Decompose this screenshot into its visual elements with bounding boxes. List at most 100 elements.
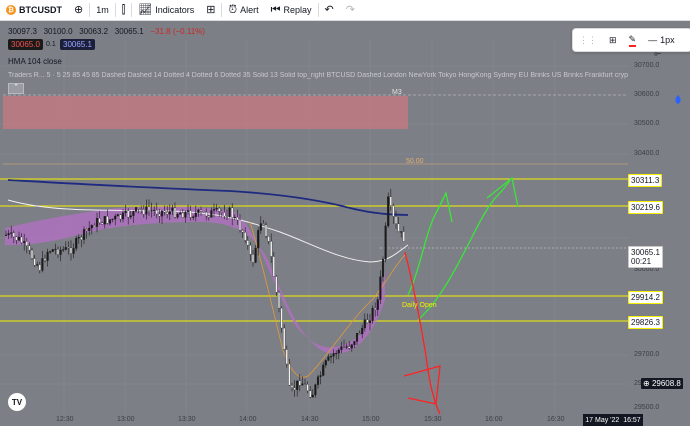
plus-icon: ⊕ <box>643 379 650 388</box>
crosshair-price-value: 29608.8 <box>651 379 681 388</box>
bar-countdown: 00:21 <box>631 257 652 266</box>
crosshair-date-label: 17 May '22 16:57 <box>583 414 643 426</box>
candle-body <box>374 307 377 310</box>
price-tick: 29700.0 <box>634 351 660 358</box>
current-price-value: 30065.1 <box>631 248 660 257</box>
candle-body <box>202 211 205 213</box>
interval-button[interactable]: 1m <box>90 0 115 20</box>
interval-label: 1m <box>96 5 109 15</box>
time-tick: 14:00 <box>239 416 257 423</box>
candle-body <box>184 211 187 218</box>
undo-button[interactable]: ↶ <box>319 0 340 20</box>
candle-body <box>51 249 54 252</box>
collapse-legend-button[interactable]: ⌃ <box>8 83 24 94</box>
candle-body <box>192 216 195 218</box>
drag-handle[interactable]: ⋮⋮ <box>573 29 603 51</box>
drag-handle-icon: ⋮⋮ <box>579 34 597 45</box>
template-button[interactable]: ⊞ <box>603 29 623 51</box>
sell-price-button[interactable]: 30065.0 <box>8 39 43 50</box>
ohlc-close: 30065.1 <box>114 27 144 36</box>
candles-icon: ⫿ <box>121 3 126 16</box>
candle-body <box>376 299 379 310</box>
candle-body <box>272 256 275 277</box>
ohlc-change: −31.8 (−0.11%) <box>150 27 205 36</box>
candle-body <box>98 218 101 224</box>
candle-body <box>179 212 182 215</box>
candle-body <box>319 375 322 377</box>
candle-body <box>64 247 67 250</box>
candle-body <box>337 349 340 354</box>
buy-price-button[interactable]: 30065.1 <box>60 39 95 50</box>
candle-body <box>54 248 57 251</box>
candle-body <box>259 223 262 231</box>
candle-body <box>228 207 231 217</box>
spread-label: 0.1 <box>46 41 56 48</box>
candle-body <box>345 346 348 348</box>
indicators-label: Indicators <box>155 5 195 15</box>
candle-body <box>332 353 335 357</box>
m3-label: M3 <box>392 89 402 96</box>
candle-body <box>189 210 192 218</box>
candle-body <box>348 346 351 349</box>
hma-study-label[interactable]: HMA 104 close <box>8 57 62 66</box>
candle-body <box>147 206 151 211</box>
indicators-button[interactable]: 📈︎ Indicators <box>132 0 200 20</box>
compare-button[interactable]: ⊕ <box>68 0 89 20</box>
daily-open-label: Daily Open <box>402 302 437 309</box>
candle-body <box>316 376 320 385</box>
candle-body <box>36 264 39 266</box>
candle-body <box>25 241 28 246</box>
candle-body <box>80 237 83 240</box>
replay-label: Replay <box>283 5 312 15</box>
price-chart[interactable] <box>0 21 690 426</box>
supply-zone <box>3 96 408 129</box>
alert-button[interactable]: ⏰︎ Alert <box>222 0 264 20</box>
replay-button[interactable]: ⏮︎ Replay <box>265 0 318 20</box>
price-axis[interactable]: 30700.030600.030500.030400.030200.030000… <box>628 21 690 416</box>
level-label-4: 29826.3 <box>628 316 663 329</box>
time-tick: 14:30 <box>301 416 319 423</box>
candle-body <box>59 249 62 255</box>
candle-body <box>160 210 164 217</box>
time-axis[interactable]: 12:30 13:00 13:30 14:00 14:30 15:00 15:30 16:00… <box>0 414 628 426</box>
candle-body <box>186 210 190 213</box>
logo-text: TV <box>11 397 23 407</box>
candle-body <box>75 238 78 249</box>
tradingview-logo[interactable]: TV <box>8 393 26 411</box>
indicators-icon: 📈︎ <box>138 3 153 16</box>
symbol-label: BTCUSDT <box>19 5 62 15</box>
candle-body <box>366 319 369 323</box>
candle-body <box>20 236 23 243</box>
alarm-icon: ⏰︎ <box>228 3 238 16</box>
chart-type-button[interactable]: ⫿ <box>116 0 132 20</box>
candle-body <box>283 327 286 350</box>
alert-label: Alert <box>240 5 259 15</box>
candle-body <box>290 385 294 389</box>
candle-body <box>322 364 325 376</box>
candle-body <box>121 212 125 220</box>
candle-body <box>155 209 158 215</box>
candle-body <box>205 211 208 217</box>
candle-body <box>137 207 140 209</box>
candle-body <box>402 231 405 242</box>
candle-body <box>324 360 327 366</box>
sessions-study-label[interactable]: Traders R... 5 · 5 25 85 45 85 Dashed Da… <box>8 72 628 79</box>
candle-body <box>387 196 390 227</box>
ohlc-legend: 30097.3 30100.0 30063.2 30065.1 −31.8 (−… <box>8 27 205 36</box>
candle-body <box>220 211 223 213</box>
redo-button[interactable]: ↷ <box>340 0 361 20</box>
candle-body <box>163 210 166 213</box>
candle-body <box>145 206 148 215</box>
price-tick: 30700.0 <box>634 62 660 69</box>
candle-body <box>267 236 270 242</box>
candle-body <box>77 237 80 239</box>
layout-button[interactable]: ⊞ <box>200 0 221 20</box>
candle-body <box>72 248 75 254</box>
ohlc-low: 30063.2 <box>79 27 109 36</box>
candle-body <box>270 241 273 257</box>
candle-body <box>43 258 47 261</box>
candle-body <box>353 341 356 345</box>
candle-body <box>392 205 395 217</box>
symbol-search[interactable]: ₿ BTCUSDT <box>0 0 68 20</box>
candle-body <box>116 214 119 217</box>
